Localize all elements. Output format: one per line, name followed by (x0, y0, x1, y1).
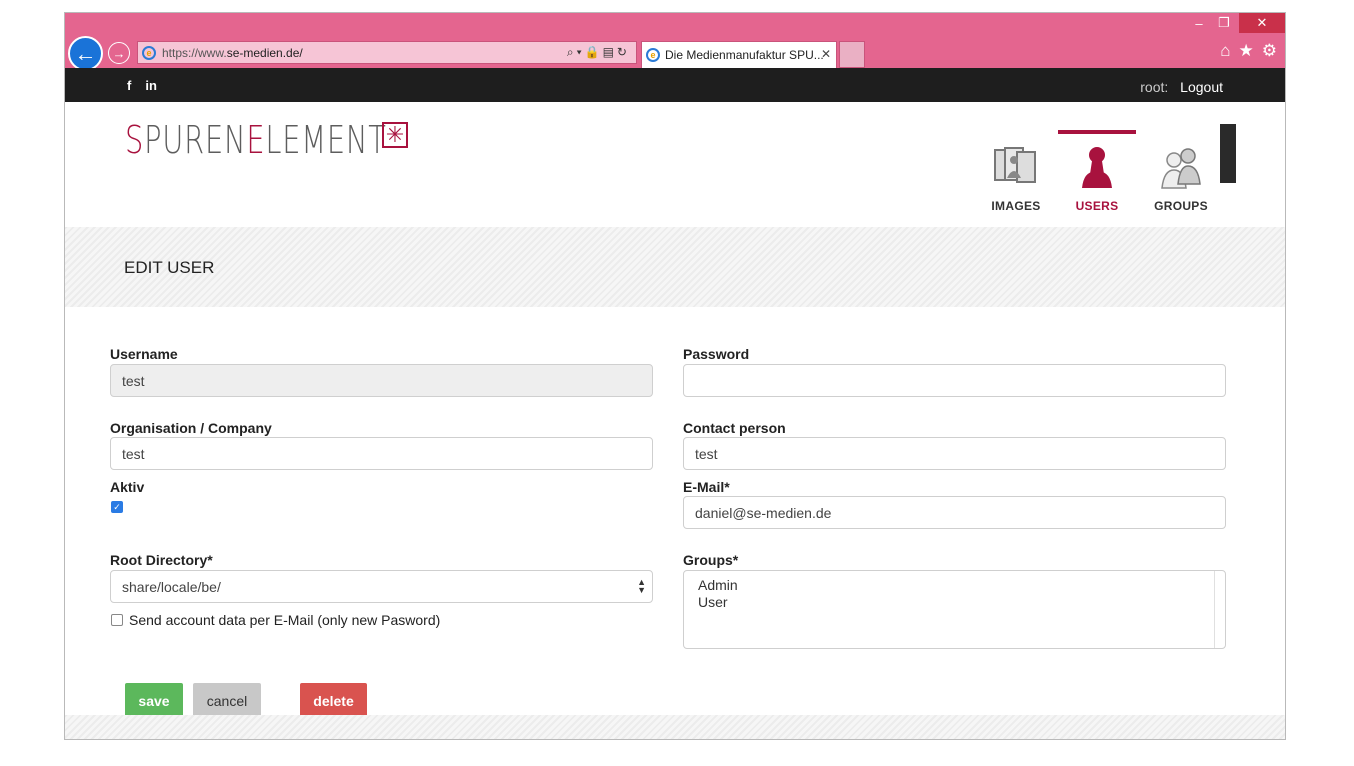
url-text: https://www.se-medien.de/ (162, 46, 303, 60)
facebook-icon[interactable]: f (127, 78, 131, 93)
groups-scrollbar[interactable] (1214, 571, 1225, 648)
nav-users-label: USERS (1075, 199, 1119, 213)
groups-option-user[interactable]: User (684, 594, 1225, 611)
nav-users[interactable]: USERS (1057, 130, 1137, 213)
delete-button[interactable]: delete (300, 683, 367, 719)
images-icon (994, 147, 1036, 183)
logo-letter-s: S (125, 118, 145, 162)
site-logo[interactable]: SPURENELEMENT (125, 118, 387, 162)
site-header: SPURENELEMENT ✳ IMAGES USERS GROUPS (65, 102, 1285, 227)
settings-gear-icon[interactable]: ⚙ (1262, 41, 1277, 61)
logo-asterisk-icon: ✳ (382, 122, 408, 148)
site-topbar: f in root: Logout (65, 68, 1285, 102)
tab-title: Die Medienmanufaktur SPU... (665, 48, 824, 62)
user-label: root: (1140, 79, 1169, 95)
linkedin-icon[interactable]: in (145, 78, 157, 93)
select-arrows-icon: ▲ ▼ (637, 577, 646, 595)
maximize-button[interactable]: ❐ (1211, 13, 1237, 33)
send-account-checkbox[interactable] (111, 614, 123, 626)
contact-label: Contact person (683, 420, 786, 436)
page-title: EDIT USER (124, 258, 215, 277)
minimize-button[interactable]: ‒ (1187, 13, 1211, 33)
social-links: f in (127, 78, 157, 93)
username-field[interactable]: test (110, 364, 653, 397)
footer-band (65, 715, 1285, 739)
root-directory-select[interactable]: share/locale/be/ ▲ ▼ (110, 570, 653, 603)
send-account-label: Send account data per E-Mail (only new P… (129, 612, 441, 628)
password-field[interactable] (683, 364, 1226, 397)
groups-listbox[interactable]: Admin User (683, 570, 1226, 649)
logo-part2: LEMENT (265, 118, 387, 162)
address-tools[interactable]: ⌕▾🔒▤↻ (567, 45, 630, 60)
nav-images-label: IMAGES (991, 199, 1041, 213)
url-prefix: https://www. (162, 45, 227, 60)
tab-favicon-icon: e (646, 48, 660, 62)
forward-button[interactable]: → (108, 42, 130, 64)
nav-groups[interactable]: GROUPS (1141, 130, 1221, 213)
user-icon (1082, 147, 1112, 188)
edit-user-form: Username test Password Organisation / Co… (65, 307, 1285, 719)
address-bar[interactable]: e https://www.se-medien.de/ ⌕▾🔒▤↻ (137, 41, 637, 64)
aktiv-label: Aktiv (110, 479, 145, 495)
groups-label: Groups* (683, 552, 739, 568)
nav-images[interactable]: IMAGES (976, 130, 1056, 213)
username-label: Username (110, 346, 178, 362)
home-icon[interactable]: ⌂ (1220, 41, 1230, 61)
cancel-button[interactable]: cancel (193, 683, 261, 719)
favorites-star-icon[interactable]: ★ (1239, 41, 1254, 61)
group-icon (1161, 148, 1201, 189)
email-field[interactable]: daniel@se-medien.de (683, 496, 1226, 529)
aktiv-checkbox[interactable]: ✓ (111, 501, 123, 513)
logout-link[interactable]: Logout (1180, 79, 1223, 95)
logo-letter-e: E (246, 118, 266, 162)
header-dark-block (1220, 124, 1236, 183)
nav-active-indicator (1058, 130, 1136, 134)
title-band: EDIT USER (65, 227, 1285, 307)
user-info: root: Logout (1140, 79, 1223, 95)
browser-tab[interactable]: e Die Medienmanufaktur SPU... ✕ (641, 41, 837, 68)
logo-part1: PUREN (144, 118, 247, 162)
email-label: E-Mail* (683, 479, 730, 495)
groups-option-admin[interactable]: Admin (684, 577, 1225, 594)
close-button[interactable]: ✕ (1239, 13, 1285, 33)
root-directory-label: Root Directory* (110, 552, 213, 568)
browser-chrome: ‒ ❐ ✕ ← → e https://www.se-medien.de/ ⌕▾… (65, 13, 1285, 71)
organisation-label: Organisation / Company (110, 420, 272, 436)
password-label: Password (683, 346, 750, 362)
back-button[interactable]: ← (68, 36, 103, 71)
browser-window: ‒ ❐ ✕ ← → e https://www.se-medien.de/ ⌕▾… (64, 12, 1286, 740)
save-button[interactable]: save (125, 683, 183, 719)
organisation-field[interactable]: test (110, 437, 653, 470)
url-host: se-medien.de/ (226, 45, 303, 60)
tab-close-icon[interactable]: ✕ (821, 47, 831, 61)
contact-field[interactable]: test (683, 437, 1226, 470)
ie-icon: e (142, 45, 156, 60)
nav-groups-label: GROUPS (1154, 199, 1208, 213)
new-tab-button[interactable] (839, 41, 865, 68)
root-directory-value: share/locale/be/ (122, 578, 221, 595)
browser-tools: ⌂ ★ ⚙ (1220, 41, 1277, 61)
